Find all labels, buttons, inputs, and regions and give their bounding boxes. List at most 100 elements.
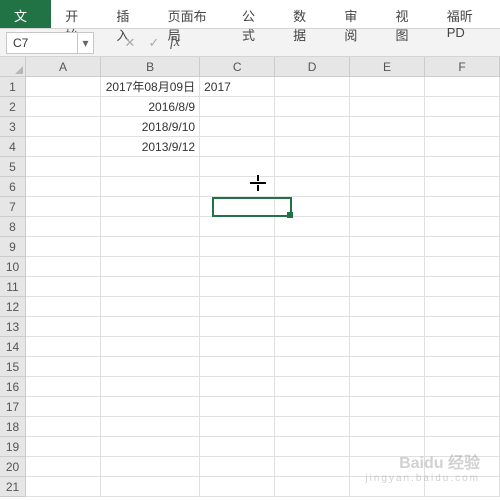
row-header-11[interactable]: 11 (0, 277, 25, 297)
row-header-10[interactable]: 10 (0, 257, 25, 277)
cell-D13[interactable] (275, 317, 350, 337)
cell-F9[interactable] (425, 237, 500, 257)
cell-E21[interactable] (350, 477, 425, 497)
row-header-6[interactable]: 6 (0, 177, 25, 197)
cell-E20[interactable] (350, 457, 425, 477)
cell-A1[interactable] (26, 77, 101, 97)
cell-A14[interactable] (26, 337, 101, 357)
row-header-5[interactable]: 5 (0, 157, 25, 177)
cell-A4[interactable] (26, 137, 101, 157)
cell-A6[interactable] (26, 177, 101, 197)
cell-F1[interactable] (425, 77, 500, 97)
tab-formulas[interactable]: 公式 (228, 0, 279, 28)
cell-C12[interactable] (200, 297, 275, 317)
tab-insert[interactable]: 插入 (102, 0, 153, 28)
cell-C10[interactable] (200, 257, 275, 277)
cell-A9[interactable] (26, 237, 101, 257)
col-header-C[interactable]: C (200, 57, 275, 76)
tab-view[interactable]: 视图 (382, 0, 433, 28)
cell-D7[interactable] (275, 197, 350, 217)
cell-E1[interactable] (350, 77, 425, 97)
cell-F21[interactable] (425, 477, 500, 497)
cell-D16[interactable] (275, 377, 350, 397)
cell-B13[interactable] (101, 317, 200, 337)
cell-A20[interactable] (26, 457, 101, 477)
cell-B2[interactable]: 2016/8/9 (101, 97, 200, 117)
cell-F5[interactable] (425, 157, 500, 177)
cell-D17[interactable] (275, 397, 350, 417)
cell-F19[interactable] (425, 437, 500, 457)
row-header-15[interactable]: 15 (0, 357, 25, 377)
name-box[interactable]: C7 (6, 32, 78, 54)
cell-A19[interactable] (26, 437, 101, 457)
cell-F2[interactable] (425, 97, 500, 117)
cell-B5[interactable] (101, 157, 200, 177)
cell-E3[interactable] (350, 117, 425, 137)
col-header-F[interactable]: F (425, 57, 500, 76)
row-header-20[interactable]: 20 (0, 457, 25, 477)
cell-E4[interactable] (350, 137, 425, 157)
cell-D5[interactable] (275, 157, 350, 177)
cell-E17[interactable] (350, 397, 425, 417)
row-header-1[interactable]: 1 (0, 77, 25, 97)
cell-C18[interactable] (200, 417, 275, 437)
cell-E18[interactable] (350, 417, 425, 437)
cell-C21[interactable] (200, 477, 275, 497)
cell-B11[interactable] (101, 277, 200, 297)
cell-B19[interactable] (101, 437, 200, 457)
cell-A18[interactable] (26, 417, 101, 437)
cell-D2[interactable] (275, 97, 350, 117)
tab-file[interactable]: 文件 (0, 0, 51, 28)
cell-A15[interactable] (26, 357, 101, 377)
enter-formula-button[interactable]: ✓ (142, 32, 166, 54)
cell-B17[interactable] (101, 397, 200, 417)
row-header-13[interactable]: 13 (0, 317, 25, 337)
cancel-formula-button[interactable]: ✕ (118, 32, 142, 54)
cell-C20[interactable] (200, 457, 275, 477)
row-header-14[interactable]: 14 (0, 337, 25, 357)
cell-A5[interactable] (26, 157, 101, 177)
cell-F11[interactable] (425, 277, 500, 297)
cell-B1[interactable]: 2017年08月09日 (101, 77, 200, 97)
cell-B16[interactable] (101, 377, 200, 397)
tab-pagelayout[interactable]: 页面布局 (154, 0, 228, 28)
cell-A11[interactable] (26, 277, 101, 297)
cell-F4[interactable] (425, 137, 500, 157)
cell-D15[interactable] (275, 357, 350, 377)
cell-C7[interactable] (200, 197, 275, 217)
select-all-corner[interactable] (0, 57, 26, 77)
cell-D9[interactable] (275, 237, 350, 257)
row-header-4[interactable]: 4 (0, 137, 25, 157)
cell-C2[interactable] (200, 97, 275, 117)
cell-A10[interactable] (26, 257, 101, 277)
cell-D19[interactable] (275, 437, 350, 457)
cell-F18[interactable] (425, 417, 500, 437)
cell-C3[interactable] (200, 117, 275, 137)
cell-C13[interactable] (200, 317, 275, 337)
cell-F7[interactable] (425, 197, 500, 217)
cell-B14[interactable] (101, 337, 200, 357)
cell-F6[interactable] (425, 177, 500, 197)
cell-B10[interactable] (101, 257, 200, 277)
cell-E6[interactable] (350, 177, 425, 197)
cell-C16[interactable] (200, 377, 275, 397)
cell-B9[interactable] (101, 237, 200, 257)
cell-A13[interactable] (26, 317, 101, 337)
cell-C19[interactable] (200, 437, 275, 457)
cell-F17[interactable] (425, 397, 500, 417)
cell-D1[interactable] (275, 77, 350, 97)
row-header-7[interactable]: 7 (0, 197, 25, 217)
formula-bar[interactable] (180, 32, 500, 54)
cell-B12[interactable] (101, 297, 200, 317)
cell-grid[interactable]: 2017年08月09日20172016/8/92018/9/102013/9/1… (26, 77, 500, 497)
cell-B15[interactable] (101, 357, 200, 377)
col-header-A[interactable]: A (26, 57, 101, 76)
cell-A12[interactable] (26, 297, 101, 317)
cell-D6[interactable] (275, 177, 350, 197)
cell-F20[interactable] (425, 457, 500, 477)
cell-D12[interactable] (275, 297, 350, 317)
cell-B7[interactable] (101, 197, 200, 217)
cell-A8[interactable] (26, 217, 101, 237)
row-header-12[interactable]: 12 (0, 297, 25, 317)
cell-C1[interactable]: 2017 (200, 77, 275, 97)
